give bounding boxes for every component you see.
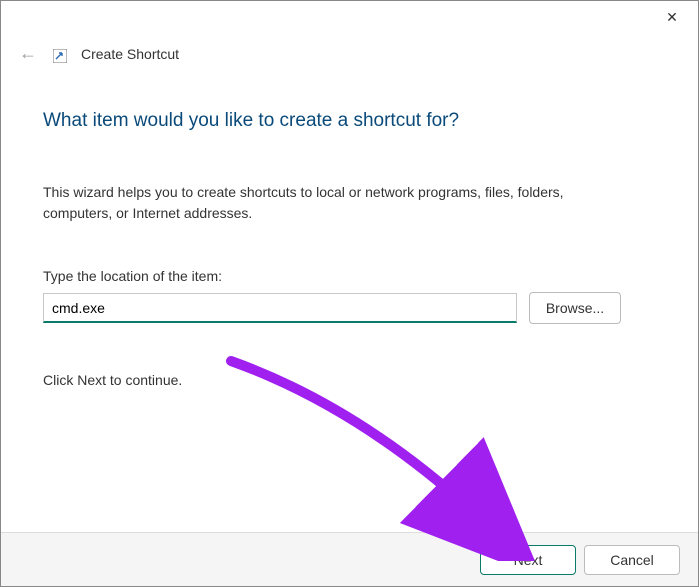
wizard-header: ← Create Shortcut [1,33,698,70]
titlebar: ✕ [1,1,698,33]
wizard-title: Create Shortcut [81,46,179,62]
wizard-content: What item would you like to create a sho… [1,70,698,408]
location-label: Type the location of the item: [43,268,656,284]
close-icon: ✕ [666,9,678,26]
location-input[interactable] [43,293,517,323]
cancel-button[interactable]: Cancel [584,545,680,575]
close-button[interactable]: ✕ [654,3,690,31]
page-heading: What item would you like to create a sho… [43,110,656,132]
continue-hint: Click Next to continue. [43,372,656,388]
wizard-description: This wizard helps you to create shortcut… [43,182,623,224]
back-arrow-icon: ← [19,43,37,63]
location-row: Browse... [43,292,656,324]
wizard-footer: Next Cancel [1,532,698,586]
browse-button[interactable]: Browse... [529,292,621,324]
next-button[interactable]: Next [480,545,576,575]
back-button[interactable]: ← [19,43,39,64]
shortcut-icon [53,49,67,63]
